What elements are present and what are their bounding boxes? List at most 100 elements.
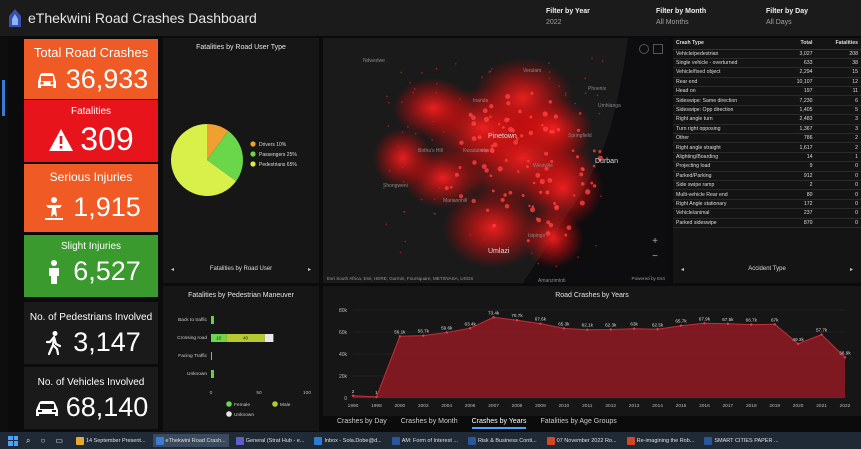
cell-total: 786: [780, 133, 816, 144]
taskbar-item[interactable]: General (Strat Hub - e...: [233, 434, 308, 447]
table-row[interactable]: Projecting load 9 0: [673, 161, 861, 172]
map-place-label: Ndwedwe: [363, 58, 385, 64]
tab-fatalities-by-age[interactable]: Fatalities by Age Groups: [540, 418, 616, 429]
filter-day-label: Filter by Day: [766, 8, 809, 15]
filter-month[interactable]: Filter by Month All Months: [656, 6, 706, 28]
table-row[interactable]: Other 786 2: [673, 133, 861, 144]
cell-total: 1,367: [780, 124, 816, 135]
tab-crashes-by-day[interactable]: Crashes by Day: [337, 418, 387, 429]
x-tick-label: 1990: [348, 403, 359, 409]
dashboard-header: eThekwini Road Crashes Dashboard Filter …: [0, 0, 861, 36]
crash-point: [584, 92, 587, 95]
bar-segment: [211, 352, 212, 360]
crash-point: [601, 60, 604, 62]
crash-point: [497, 122, 501, 126]
table-row[interactable]: Right angle turn 2,483 3: [673, 114, 861, 125]
map-place-label: Umlazi: [488, 248, 510, 255]
table-row[interactable]: Vehicle/animal 237 0: [673, 208, 861, 219]
cell-fatalities: 1: [815, 152, 861, 163]
crash-point: [518, 109, 522, 114]
tab-crashes-by-month[interactable]: Crashes by Month: [401, 418, 458, 429]
filter-year[interactable]: Filter by Year 2022: [546, 6, 590, 28]
y-tick-label: 80k: [339, 308, 348, 314]
data-label: 63.4k: [465, 321, 477, 326]
col-fatalities[interactable]: Fatalities: [815, 38, 861, 50]
table-row[interactable]: Alighting/Boarding 14 1: [673, 152, 861, 163]
cell-crash-type: Sideswipe: Same direction: [673, 95, 781, 106]
crash-point: [566, 225, 572, 231]
zoom-out-button[interactable]: −: [649, 251, 661, 263]
crash-map[interactable]: Ndwedwe Verulam Phoenix Pinetown Kwadabeka Sp…: [323, 38, 669, 283]
crash-point: [469, 233, 472, 236]
table-row[interactable]: Sideswipe: Opp direction 1,405 5: [673, 105, 861, 116]
cell-fatalities: 3: [815, 114, 861, 125]
crash-point: [497, 166, 503, 172]
taskbar-item[interactable]: 14 September Present...: [73, 434, 149, 447]
cell-crash-type: Vehicle/pedestrian: [673, 49, 781, 59]
table-row[interactable]: Right Angle stationary 172 0: [673, 199, 861, 210]
cortana-icon[interactable]: ○: [40, 436, 45, 445]
table-row[interactable]: Vehicle/fixed object 2,294 15: [673, 67, 861, 78]
taskbar-item[interactable]: 07 November 2022 Ro...: [544, 434, 620, 447]
table-row[interactable]: Vehicle/pedestrian 3,027 208: [673, 49, 861, 59]
table-row[interactable]: Multi-vehicle Rear end 80 0: [673, 189, 861, 200]
table-row[interactable]: Turn right opposing 1,367 3: [673, 124, 861, 135]
table-row[interactable]: Rear end 10,107 12: [673, 77, 861, 88]
crash-point: [449, 185, 453, 189]
maneuver-panel: Fatalities by Pedestrian Maneuver Back t…: [163, 286, 319, 431]
filter-day[interactable]: Filter by Day All Days: [766, 6, 808, 28]
crash-point: [483, 116, 490, 122]
left-edge-strip: [0, 36, 8, 432]
pie-prev-arrow[interactable]: ◂: [171, 266, 174, 273]
bar-data-label: 16: [216, 336, 222, 341]
cell-total: 3,027: [780, 49, 816, 59]
taskbar-item[interactable]: eThekwini Road Crash...: [152, 434, 229, 447]
start-icon[interactable]: [8, 435, 18, 446]
table-row[interactable]: Head on 197 11: [673, 86, 861, 97]
x-tick-label: 2015: [676, 403, 687, 409]
task-view-icon[interactable]: ▭: [55, 436, 63, 445]
car-icon: [35, 400, 58, 416]
cell-total: 2,483: [780, 114, 816, 125]
tab-crashes-by-years[interactable]: Crashes by Years: [471, 418, 527, 429]
pie-next-arrow[interactable]: ▸: [308, 266, 311, 273]
years-panel: Road Crashes by Years 0 20k 40k 60k 80k 2 1990…: [323, 286, 861, 416]
crash-point: [575, 155, 580, 159]
x-tick-label: 2019: [769, 403, 780, 409]
search-icon[interactable]: ⌕: [26, 436, 30, 446]
bar-segment: [264, 334, 274, 342]
crash-type-table: Crash Type Total Fatalities Vehicle/pede…: [673, 38, 861, 228]
kpi-pedestrians: No. of Pedestrians Involved 3,147: [24, 302, 158, 364]
table-next-arrow[interactable]: ▸: [850, 266, 853, 273]
table-row[interactable]: Parked sideswipe 870 0: [673, 218, 861, 228]
zoom-in-button[interactable]: +: [649, 236, 661, 248]
cell-crash-type: Parked sideswipe: [673, 218, 781, 228]
data-point: [562, 327, 566, 330]
table-row[interactable]: Side swipe ramp 2 0: [673, 180, 861, 191]
table-row[interactable]: Parked/Parking 912 0: [673, 171, 861, 181]
col-total[interactable]: Total: [780, 38, 816, 50]
crash-point: [435, 67, 438, 70]
table-row[interactable]: Right angle straight 1,617 2: [673, 142, 861, 153]
app-icon: [235, 436, 244, 445]
table-row[interactable]: Sideswipe: Same direction 7,230 6: [673, 95, 861, 106]
scroll-indicator[interactable]: [2, 80, 5, 116]
crash-point: [592, 149, 596, 153]
crash-point: [413, 88, 416, 90]
crash-point: [477, 135, 482, 140]
kpi-label: No. of Vehicles Involved: [37, 377, 145, 388]
table-prev-arrow[interactable]: ◂: [681, 266, 684, 273]
taskbar-item[interactable]: Re-imagining the Rob...: [624, 434, 698, 447]
table-row[interactable]: Single vehicle - overturned 633 38: [673, 58, 861, 69]
map-legend-icon[interactable]: [653, 44, 663, 54]
taskbar-item[interactable]: SMART CITIES PAPER ...: [701, 434, 781, 447]
taskbar-item[interactable]: Inbox - Sola.Dobe@d...: [311, 434, 384, 447]
taskbar-item[interactable]: Risk & Business Conti...: [465, 434, 540, 447]
col-crash-type[interactable]: Crash Type: [673, 38, 781, 50]
crash-point: [404, 240, 407, 243]
taskbar-item[interactable]: AM: Form of Interest ...: [389, 434, 461, 447]
cell-total: 1,617: [780, 142, 816, 153]
map-search-icon[interactable]: [639, 44, 649, 54]
cell-fatalities: 0: [815, 161, 861, 172]
crash-point: [579, 172, 584, 177]
